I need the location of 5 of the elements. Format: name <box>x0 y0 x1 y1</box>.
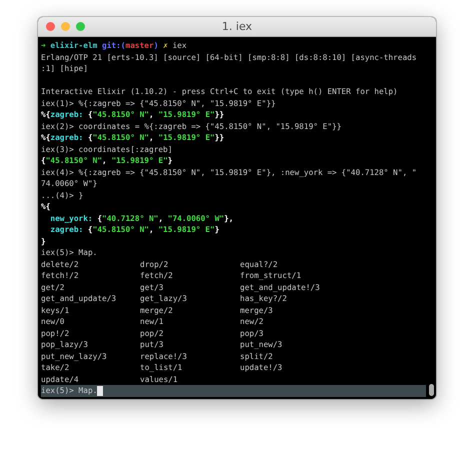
close-button[interactable] <box>46 22 55 31</box>
window-title: 1. iex <box>222 20 252 33</box>
minimize-button[interactable] <box>61 22 70 31</box>
scrollbar-thumb[interactable] <box>429 384 434 396</box>
zoom-button[interactable] <box>76 22 85 31</box>
